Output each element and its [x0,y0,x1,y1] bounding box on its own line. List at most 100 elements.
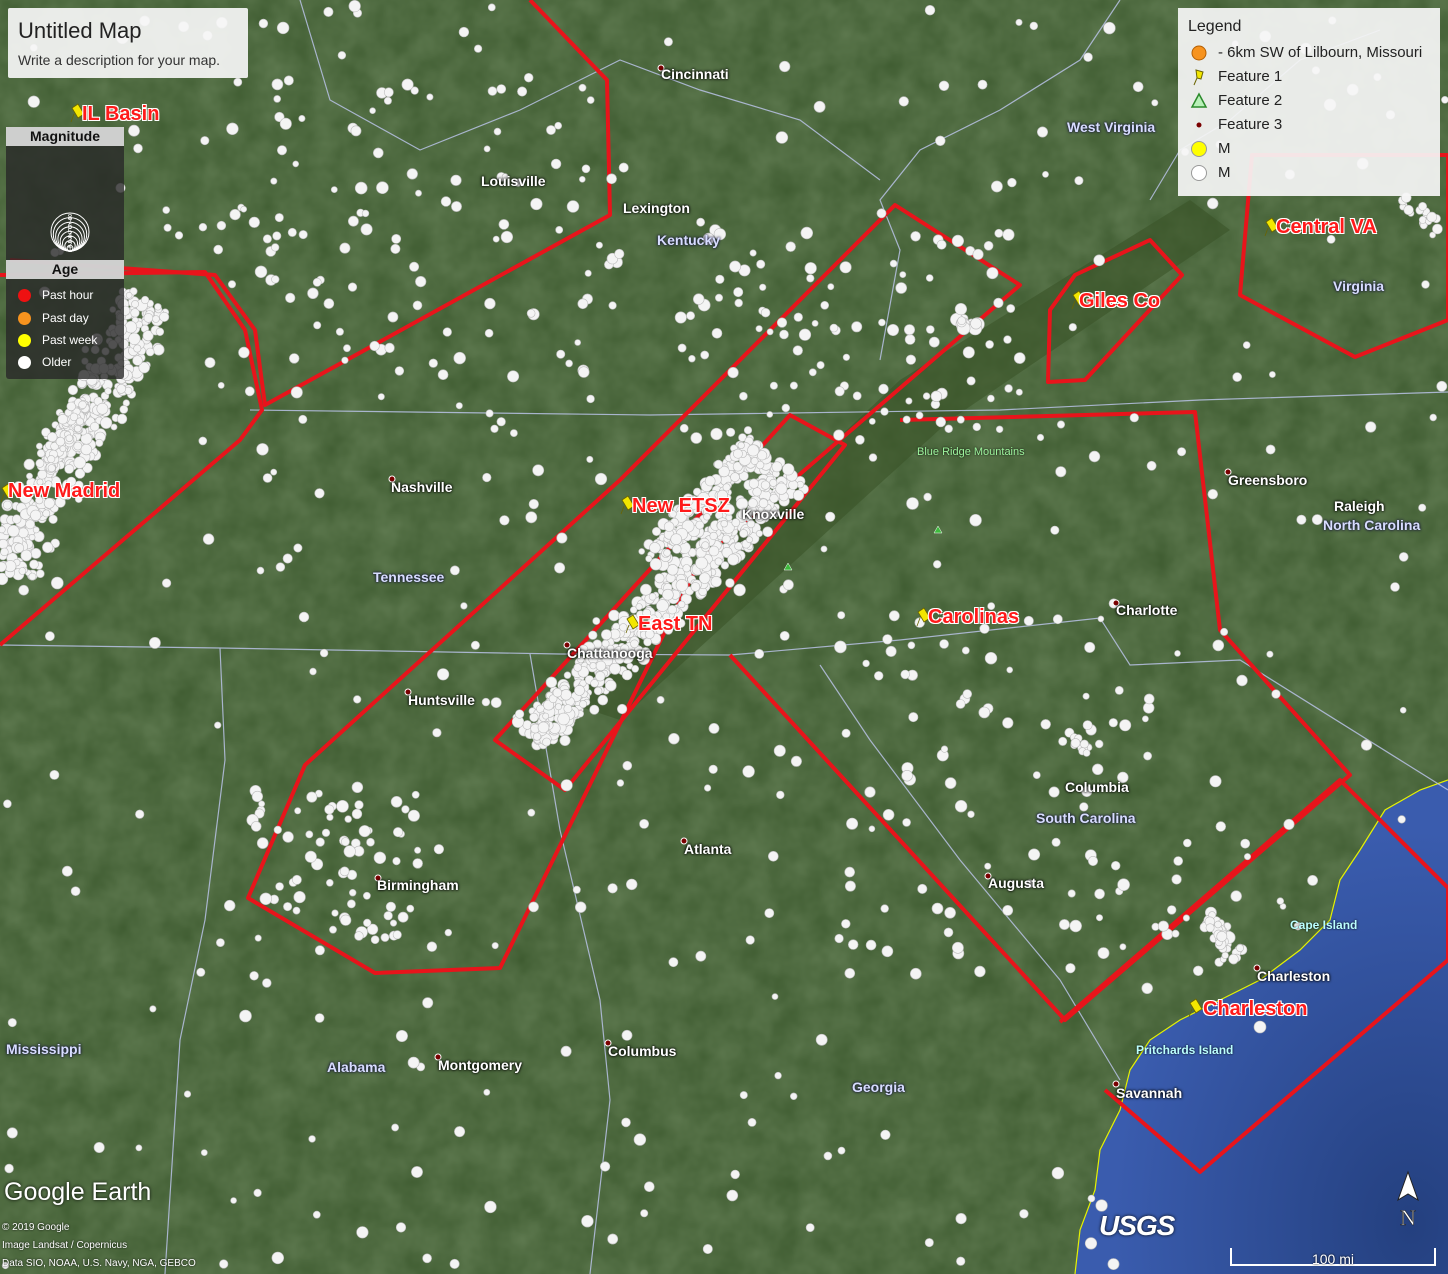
earthquake-marker[interactable] [401,805,410,814]
zone-label-central-va[interactable]: Central VA [1276,216,1377,239]
earthquake-marker[interactable] [721,534,731,544]
earthquake-marker[interactable] [930,390,943,402]
earthquake-marker[interactable] [49,770,60,780]
earthquake-marker[interactable] [372,147,384,159]
earthquake-marker[interactable] [880,904,889,913]
earthquake-marker[interactable] [781,403,790,413]
earthquake-marker[interactable] [1205,923,1215,933]
earthquake-marker[interactable] [1084,1237,1098,1250]
earthquake-marker[interactable] [340,837,350,847]
earthquake-marker[interactable] [244,386,255,397]
earthquake-marker[interactable] [532,732,542,741]
earthquake-marker[interactable] [779,631,790,641]
earthquake-marker[interactable] [704,475,716,487]
earthquake-marker[interactable] [276,21,290,35]
earthquake-marker[interactable] [1143,693,1155,705]
earthquake-marker[interactable] [204,357,216,368]
earthquake-marker[interactable] [491,942,499,950]
earthquake-marker[interactable] [955,699,966,709]
earthquake-marker[interactable] [270,468,278,476]
earthquake-marker[interactable] [216,220,227,231]
state-label-west-virginia[interactable]: West Virginia [1067,119,1155,135]
earthquake-marker[interactable] [743,426,753,435]
earthquake-marker[interactable] [922,392,931,400]
earthquake-marker[interactable] [331,909,339,917]
earthquake-marker[interactable] [1182,914,1190,922]
earthquake-marker[interactable] [900,669,910,680]
earthquake-marker[interactable] [162,578,172,588]
earthquake-marker[interactable] [287,227,297,237]
earthquake-marker[interactable] [1082,692,1090,700]
earthquake-marker[interactable] [862,659,870,668]
earthquake-marker[interactable] [347,215,359,227]
earthquake-marker[interactable] [490,697,502,708]
earthquake-marker[interactable] [722,483,731,492]
earthquake-marker[interactable] [391,233,402,244]
earthquake-marker[interactable] [116,384,126,394]
earthquake-marker[interactable] [356,1226,369,1239]
earthquake-marker[interactable] [952,941,964,954]
earthquake-marker[interactable] [128,332,141,345]
earthquake-marker[interactable] [1214,920,1222,929]
earthquake-marker[interactable] [747,444,760,457]
earthquake-marker[interactable] [805,1223,815,1232]
earthquake-marker[interactable] [1236,944,1244,952]
earthquake-marker[interactable] [20,549,33,562]
earthquake-marker[interactable] [196,967,206,977]
earthquake-marker[interactable] [793,312,803,322]
earthquake-marker[interactable] [985,340,994,349]
earthquake-marker[interactable] [733,287,744,298]
earthquake-marker[interactable] [1276,897,1285,905]
earthquake-marker[interactable] [616,779,625,787]
earthquake-marker[interactable] [451,201,462,212]
earthquake-marker[interactable] [698,572,711,584]
earthquake-marker[interactable] [885,645,897,657]
earthquake-marker[interactable] [412,858,423,869]
earthquake-marker[interactable] [739,1091,748,1100]
earthquake-marker[interactable] [643,1181,655,1192]
zone-label-charleston[interactable]: Charleston [1203,998,1307,1021]
earthquake-marker[interactable] [972,422,981,432]
earthquake-marker[interactable] [969,513,982,527]
earthquake-marker[interactable] [1242,341,1251,349]
earthquake-marker[interactable] [631,664,640,673]
earthquake-marker[interactable] [272,231,282,241]
earthquake-marker[interactable] [271,243,280,252]
earthquake-marker[interactable] [507,370,520,383]
earthquake-marker[interactable] [27,95,40,108]
city-label-louisville[interactable]: Louisville [481,173,546,189]
earthquake-marker[interactable] [35,569,45,579]
earthquake-marker[interactable] [233,77,243,87]
earthquake-marker[interactable] [298,414,308,424]
earthquake-marker[interactable] [837,611,846,620]
earthquake-marker[interactable] [1421,280,1430,289]
earthquake-marker[interactable] [1097,947,1110,959]
earthquake-marker[interactable] [776,790,785,800]
earthquake-marker[interactable] [648,592,657,601]
earthquake-marker[interactable] [898,96,909,107]
zone-label-new-etsz[interactable]: New ETSZ [632,495,730,518]
earthquake-marker[interactable] [47,464,56,473]
earthquake-marker[interactable] [618,162,629,173]
earthquake-marker[interactable] [878,318,886,327]
earthquake-marker[interactable] [936,239,947,250]
earthquake-marker[interactable] [392,930,402,940]
earthquake-marker[interactable] [340,914,352,926]
earthquake-marker[interactable] [907,641,916,650]
earthquake-marker[interactable] [74,425,82,433]
earthquake-marker[interactable] [498,219,510,230]
map-title-panel[interactable]: Untitled Map Write a description for you… [8,8,248,78]
earthquake-marker[interactable] [135,1144,143,1152]
earthquake-marker[interactable] [816,361,825,370]
earthquake-marker[interactable] [271,1251,284,1265]
earthquake-marker[interactable] [865,939,877,951]
earthquake-marker[interactable] [621,1029,633,1041]
earthquake-marker[interactable] [152,315,160,323]
earthquake-marker[interactable] [458,26,470,38]
earthquake-marker[interactable] [348,0,361,13]
earthquake-marker[interactable] [789,1092,798,1101]
earthquake-marker[interactable] [733,448,743,459]
earthquake-marker[interactable] [282,553,293,564]
earthquake-marker[interactable] [554,703,562,711]
earthquake-marker[interactable] [546,125,556,135]
